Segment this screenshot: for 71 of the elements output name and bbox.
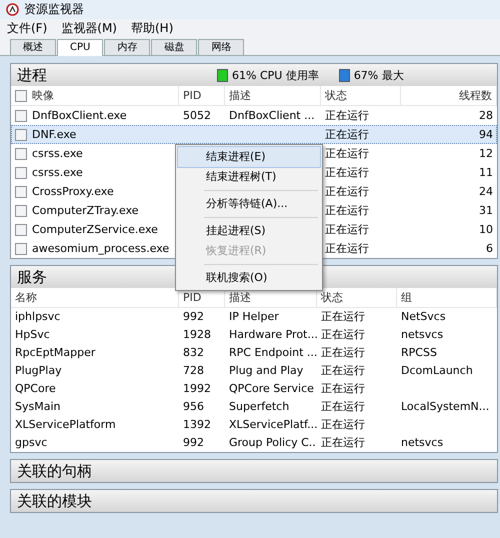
meter-label: 61% CPU 使用率 (232, 68, 319, 82)
table-cell-text: iphlpsvc (14, 309, 62, 325)
table-cell-text: netsvcs (400, 435, 444, 451)
table-cell-text: Superfetch (228, 399, 290, 415)
table-cell-text: XLServicePlatform (14, 417, 117, 433)
table-cell: DnfBoxClient.exe (32, 109, 127, 122)
table-cell-text: 24 (478, 184, 494, 200)
table-cell-text: 6 (485, 241, 494, 257)
table-cell: awesomium_process.exe (32, 242, 170, 255)
table-cell-text: 正在运行 (324, 146, 370, 162)
table-cell-text: 正在运行 (320, 381, 366, 397)
table-cell-text: SysMain (14, 399, 62, 415)
table-cell-text: 1928 (182, 327, 212, 343)
section-title: 关联的句柄 (17, 462, 93, 480)
table-cell-text: 正在运行 (320, 309, 366, 325)
table-cell: ComputerZService.exe (32, 223, 158, 236)
table-cell-text: 11 (478, 165, 494, 181)
table-cell-text: 94 (478, 127, 494, 143)
table-cell-text: gpsvc (14, 435, 48, 451)
table-cell-text: 正在运行 (324, 108, 370, 124)
table-cell-text: RPC Endpoint ... (228, 345, 317, 361)
table-cell-text: 956 (182, 399, 205, 415)
table-cell-text: DcomLaunch (400, 363, 474, 379)
table-cell-text: 10 (478, 222, 494, 238)
table-cell-text: QPCore Service (228, 381, 315, 397)
table-cell-text: 正在运行 (320, 399, 366, 415)
table-cell-text: 正在运行 (320, 363, 366, 379)
table-cell-text: 12 (478, 146, 494, 162)
table-cell-text: LocalSystemN... (400, 399, 490, 415)
table-cell-text: 1392 (182, 417, 212, 433)
table-cell-text: 正在运行 (324, 241, 370, 257)
table-cell-text: HpSvc (14, 327, 51, 343)
table-cell-text: 728 (182, 363, 205, 379)
table-cell-text: RPCSS (400, 345, 438, 361)
table-cell-text: QPCore (14, 381, 57, 397)
table-cell-text: NetSvcs (400, 309, 447, 325)
table-cell: CrossProxy.exe (32, 185, 114, 198)
table-cell-text: RpcEptMapper (14, 345, 96, 361)
table-cell-text: 832 (182, 345, 205, 361)
table-cell-text: 28 (478, 108, 494, 124)
table-cell-text: 正在运行 (320, 417, 366, 433)
table-cell-text: Hardware Prot... (228, 327, 317, 343)
meter-label: 67% 最大 (354, 68, 404, 82)
table-cell-text: 正在运行 (324, 165, 370, 181)
table-cell-text: XLServicePlatf... (228, 417, 317, 433)
table-cell-text: Plug and Play (228, 363, 304, 379)
section-title: 关联的模块 (17, 492, 93, 510)
table-cell-text: 正在运行 (324, 222, 370, 238)
table-cell-text: 正在运行 (320, 345, 366, 361)
table-cell-text: 正在运行 (324, 203, 370, 219)
table-cell: csrss.exe (32, 147, 83, 160)
table-cell: DNF.exe (32, 128, 76, 141)
section-title: 进程 (17, 66, 48, 84)
table-cell-text: IP Helper (228, 309, 280, 325)
table-cell: ComputerZTray.exe (32, 204, 139, 217)
table-cell-text: 31 (478, 203, 494, 219)
table-cell-text: 1992 (182, 381, 212, 397)
table-cell: csrss.exe (32, 166, 83, 179)
table-cell-text: 正在运行 (320, 435, 366, 451)
table-cell-text: 正在运行 (320, 327, 366, 343)
table-cell-text: Group Policy C... (228, 435, 317, 451)
table-cell-text: 5052 (182, 108, 212, 124)
table-cell-text: 992 (182, 309, 205, 325)
table-cell-text: DnfBoxClient ... (228, 108, 316, 124)
table-cell-text: 正在运行 (324, 184, 370, 200)
table-cell-text: netsvcs (400, 327, 444, 343)
table-cell-text: 正在运行 (324, 127, 370, 143)
table-cell-text: 992 (182, 435, 205, 451)
section-title: 服务 (17, 268, 48, 286)
window-title: 资源监视器 (24, 1, 84, 18)
table-cell-text: PlugPlay (14, 363, 63, 379)
